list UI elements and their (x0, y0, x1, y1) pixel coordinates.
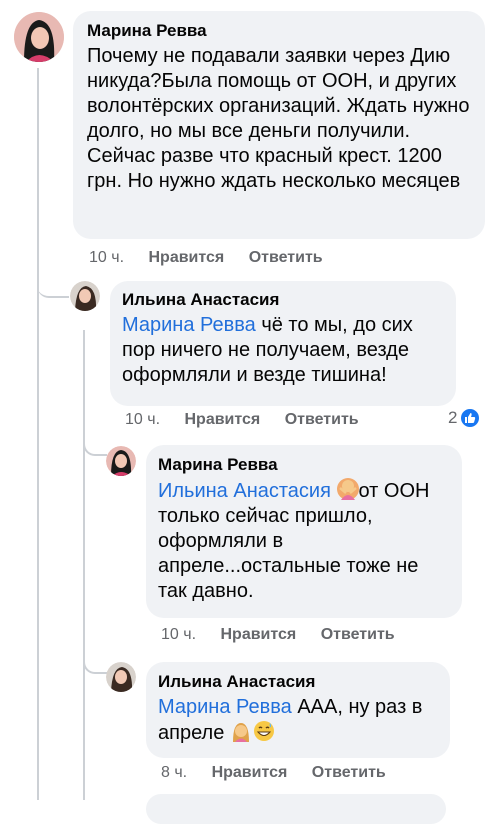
avatar[interactable] (106, 662, 136, 692)
mention-link[interactable]: Марина Ревва (158, 696, 292, 718)
comment-time[interactable]: 8 ч. (161, 764, 187, 781)
comment-author[interactable]: Марина Ревва (158, 455, 450, 475)
comment-text: Почему не подавали заявки через Дию нику… (87, 45, 470, 192)
comment-bubble-partial (146, 794, 446, 824)
like-button[interactable]: Нравится (220, 626, 296, 643)
comment-bubble: Марина Ревва Почему не подавали заявки ч… (73, 11, 485, 239)
like-icon (460, 408, 481, 428)
user-photo-icon (14, 12, 64, 62)
thread-connector (37, 250, 69, 298)
reply-button[interactable]: Ответить (285, 411, 359, 428)
like-button[interactable]: Нравится (184, 411, 260, 428)
thread-connector (83, 630, 107, 674)
comment-actions: 10 ч. Нравится Ответить (161, 626, 395, 644)
comment-author[interactable]: Ильина Анастасия (158, 672, 438, 692)
reply-button[interactable]: Ответить (312, 764, 386, 781)
mention-link[interactable]: Марина Ревва (122, 314, 256, 336)
comment-bubble: Ильина Анастасия Марина Ревва ААА, ну ра… (146, 662, 450, 758)
avatar[interactable] (70, 281, 100, 311)
comment-text: Марина Ревва чё то мы, до сих пор ничего… (122, 314, 413, 386)
comment-bubble: Ильина Анастасия Марина Ревва чё то мы, … (110, 281, 456, 406)
comment-actions: 10 ч. Нравится Ответить (125, 411, 359, 429)
comment-bubble: Марина Ревва Ильина Анастасия от ООН тол… (146, 445, 462, 618)
user-photo-icon (106, 662, 136, 692)
thread-line-nested (83, 330, 85, 800)
thread-connector (83, 410, 107, 456)
reaction-count: 2 (448, 408, 458, 427)
reaction-summary[interactable]: 2 (448, 408, 481, 428)
thread-line-main (37, 68, 39, 800)
comment-actions: 8 ч. Нравится Ответить (161, 764, 386, 782)
comment-text: Ильина Анастасия от ООН только сейчас пр… (158, 478, 430, 602)
reply-button[interactable]: Ответить (321, 626, 395, 643)
user-photo-icon (70, 281, 100, 311)
avatar[interactable] (106, 446, 136, 476)
comment-actions: 10 ч. Нравится Ответить (89, 249, 323, 267)
comment-author[interactable]: Ильина Анастасия (122, 290, 444, 310)
user-photo-icon (106, 446, 136, 476)
like-button[interactable]: Нравится (212, 764, 288, 781)
grinning-sweat-emoji (253, 720, 275, 742)
comment-time[interactable]: 10 ч. (161, 626, 196, 643)
comment-text: Марина Ревва ААА, ну раз в апреле (158, 696, 423, 744)
reply-button[interactable]: Ответить (249, 249, 323, 266)
comment-time[interactable]: 10 ч. (125, 411, 160, 428)
mention-link[interactable]: Ильина Анастасия (158, 480, 331, 502)
person-facepalming-emoji (230, 720, 252, 742)
avatar[interactable] (14, 12, 64, 62)
like-button[interactable]: Нравится (148, 249, 224, 266)
comment-time[interactable]: 10 ч. (89, 249, 124, 266)
comment-author[interactable]: Марина Ревва (87, 21, 471, 41)
person-gesturing-no-emoji (336, 478, 359, 500)
